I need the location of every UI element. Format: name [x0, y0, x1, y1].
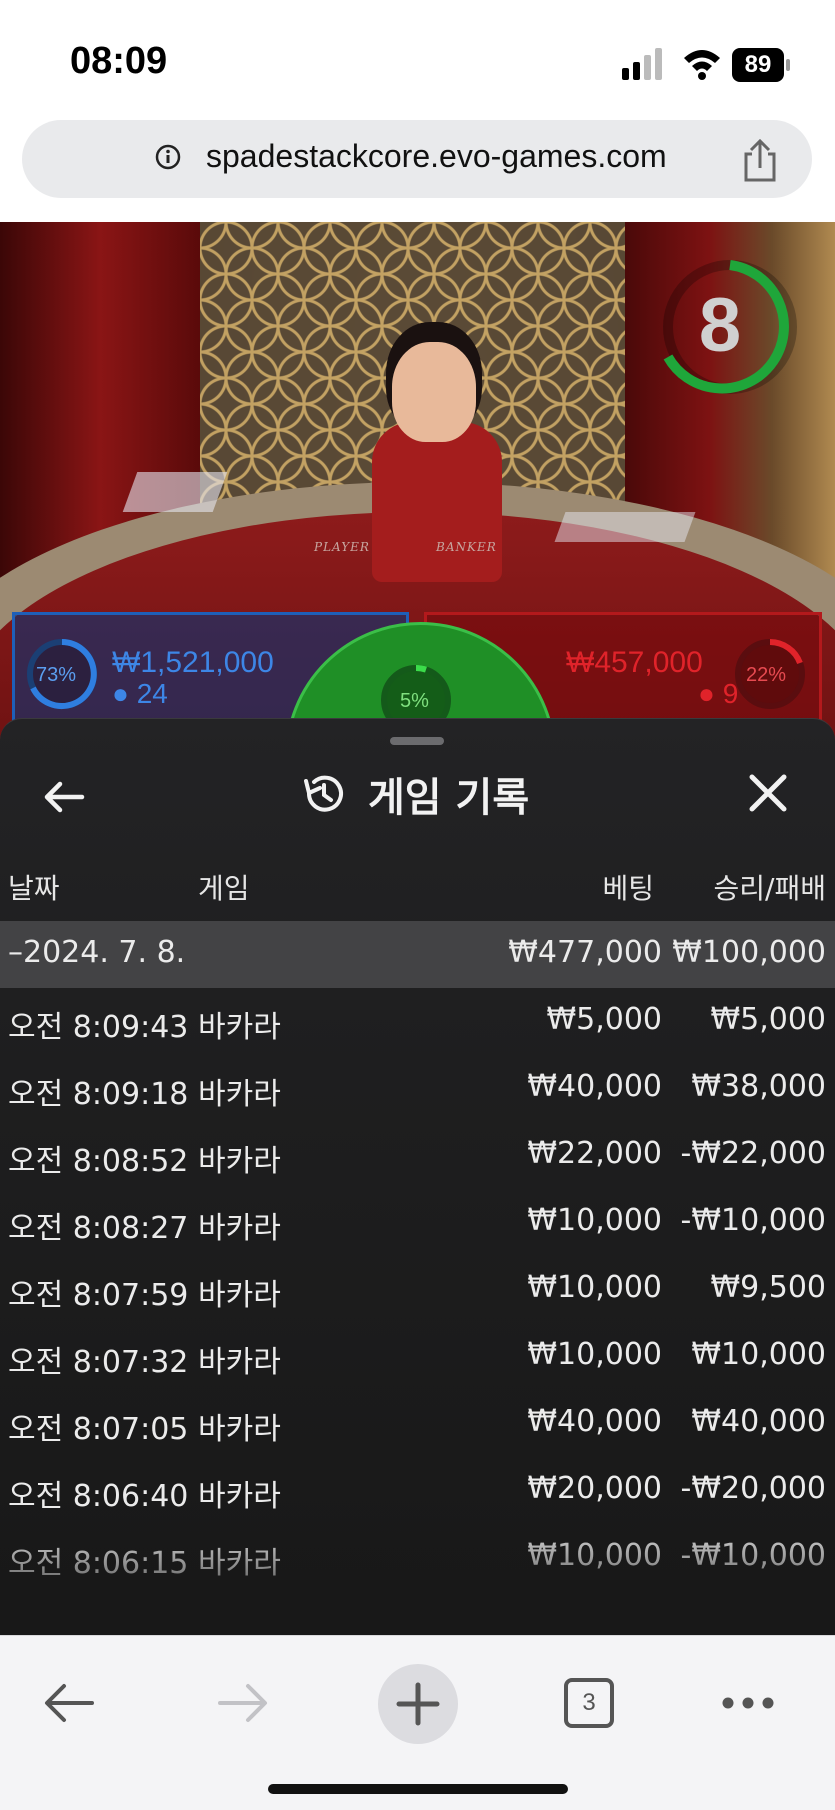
history-row[interactable]: 오전 8:06:40 바카라 ₩20,000 -₩20,000: [0, 1457, 835, 1524]
plus-icon: [396, 1682, 440, 1726]
player-count: ● 24: [112, 678, 168, 709]
column-header-result[interactable]: 승리/패배: [664, 867, 826, 907]
home-indicator: [268, 1784, 568, 1794]
row-time: 오전 8:06:40: [8, 1479, 189, 1514]
history-row[interactable]: 오전 8:07:05 바카라 ₩40,000 ₩40,000: [0, 1390, 835, 1457]
cellular-signal-icon: [622, 48, 662, 80]
dealer-body: [372, 422, 502, 582]
row-bet: ₩40,000: [527, 1404, 662, 1439]
table-label-player: PLAYER: [314, 540, 370, 554]
row-time: 오전 8:07:59: [8, 1278, 189, 1313]
back-arrow-icon[interactable]: [40, 773, 88, 821]
column-header-bet[interactable]: 베팅: [540, 867, 654, 907]
row-bet: ₩40,000: [527, 1069, 662, 1104]
row-result: ₩10,000: [691, 1337, 826, 1372]
row-bet: ₩10,000: [527, 1270, 662, 1305]
row-game: 바카라: [198, 1479, 281, 1514]
row-result: ₩38,000: [691, 1069, 826, 1104]
battery-level: 89: [744, 51, 772, 78]
column-header-game[interactable]: 게임: [198, 867, 250, 907]
row-result: -₩22,000: [680, 1136, 826, 1171]
wifi-icon: [684, 50, 720, 80]
row-game: 바카라: [198, 1144, 281, 1179]
status-time: 08:09: [70, 40, 168, 82]
table-label-banker: BANKER: [436, 540, 497, 554]
row-time: 오전 8:08:52: [8, 1144, 189, 1179]
tie-percent: 5%: [400, 690, 429, 712]
row-bet: ₩5,000: [546, 1002, 662, 1037]
row-time: 오전 8:09:43: [8, 1010, 189, 1045]
row-time: 오전 8:07:05: [8, 1412, 189, 1447]
history-row[interactable]: 오전 8:09:43 바카라 ₩5,000 ₩5,000: [0, 988, 835, 1055]
sheet-grabber[interactable]: [390, 737, 444, 745]
row-game: 바카라: [198, 1077, 281, 1112]
person-icon: ●: [698, 678, 715, 709]
list-fade: [0, 1519, 835, 1635]
back-icon[interactable]: [42, 1680, 96, 1726]
tabs-button[interactable]: 3: [564, 1678, 614, 1728]
status-bar: 08:09 89: [0, 0, 835, 120]
close-icon[interactable]: [746, 771, 790, 815]
summary-result: ₩100,000: [672, 935, 826, 970]
summary-date: –2024. 7. 8.: [8, 935, 186, 970]
history-row[interactable]: 오전 8:09:18 바카라 ₩40,000 ₩38,000: [0, 1055, 835, 1122]
share-icon[interactable]: [738, 138, 782, 184]
history-row[interactable]: 오전 8:07:32 바카라 ₩10,000 ₩10,000: [0, 1323, 835, 1390]
banker-count: ● 9: [698, 678, 739, 709]
row-bet: ₩22,000: [527, 1136, 662, 1171]
player-percent: 73%: [36, 664, 77, 686]
row-bet: ₩10,000: [527, 1203, 662, 1238]
row-result: ₩9,500: [710, 1270, 826, 1305]
card-shoe-right: [554, 512, 696, 542]
row-bet: ₩20,000: [527, 1471, 662, 1506]
banker-percent: 22%: [746, 664, 787, 686]
browser-toolbar: 3: [0, 1635, 835, 1810]
sheet-title: 게임 기록: [368, 775, 530, 821]
row-game: 바카라: [198, 1278, 281, 1313]
row-game: 바카라: [198, 1211, 281, 1246]
row-game: 바카라: [198, 1345, 281, 1380]
url-text[interactable]: spadestackcore.evo-games.com: [206, 138, 667, 175]
battery-icon: 89: [732, 48, 792, 82]
summary-bet: ₩477,000: [508, 935, 662, 970]
row-time: 오전 8:09:18: [8, 1077, 189, 1112]
countdown-number: 8: [698, 283, 742, 368]
history-icon: [304, 775, 343, 812]
card-shoe-left: [122, 472, 228, 512]
history-row[interactable]: 오전 8:08:27 바카라 ₩10,000 -₩10,000: [0, 1189, 835, 1256]
player-total-amount: ₩1,521,000: [112, 646, 274, 679]
banker-total-amount: ₩457,000: [566, 646, 703, 679]
info-icon[interactable]: [154, 143, 182, 171]
address-bar[interactable]: spadestackcore.evo-games.com: [22, 120, 812, 198]
game-history-sheet: 게임 기록 날짜 게임 베팅 승리/패배 –2024. 7. 8. ₩477,0…: [0, 718, 835, 1635]
person-icon: ●: [112, 678, 129, 709]
new-tab-button[interactable]: [378, 1664, 458, 1744]
history-row[interactable]: 오전 8:08:52 바카라 ₩22,000 -₩22,000: [0, 1122, 835, 1189]
history-row[interactable]: 오전 8:07:59 바카라 ₩10,000 ₩9,500: [0, 1256, 835, 1323]
date-summary-row[interactable]: –2024. 7. 8. ₩477,000 ₩100,000: [0, 921, 835, 988]
row-game: 바카라: [198, 1010, 281, 1045]
row-time: 오전 8:08:27: [8, 1211, 189, 1246]
more-icon[interactable]: [720, 1692, 776, 1714]
row-bet: ₩10,000: [527, 1337, 662, 1372]
row-result: -₩20,000: [680, 1471, 826, 1506]
row-result: ₩40,000: [691, 1404, 826, 1439]
live-video[interactable]: PLAYER BANKER 8 73% ₩1,521,000 ● 24 5% 2…: [0, 222, 835, 1635]
row-result: -₩10,000: [680, 1203, 826, 1238]
row-game: 바카라: [198, 1412, 281, 1447]
row-time: 오전 8:07:32: [8, 1345, 189, 1380]
column-header-date[interactable]: 날짜: [8, 867, 60, 907]
row-result: ₩5,000: [710, 1002, 826, 1037]
forward-icon[interactable]: [216, 1680, 270, 1726]
dealer-head: [392, 342, 476, 442]
